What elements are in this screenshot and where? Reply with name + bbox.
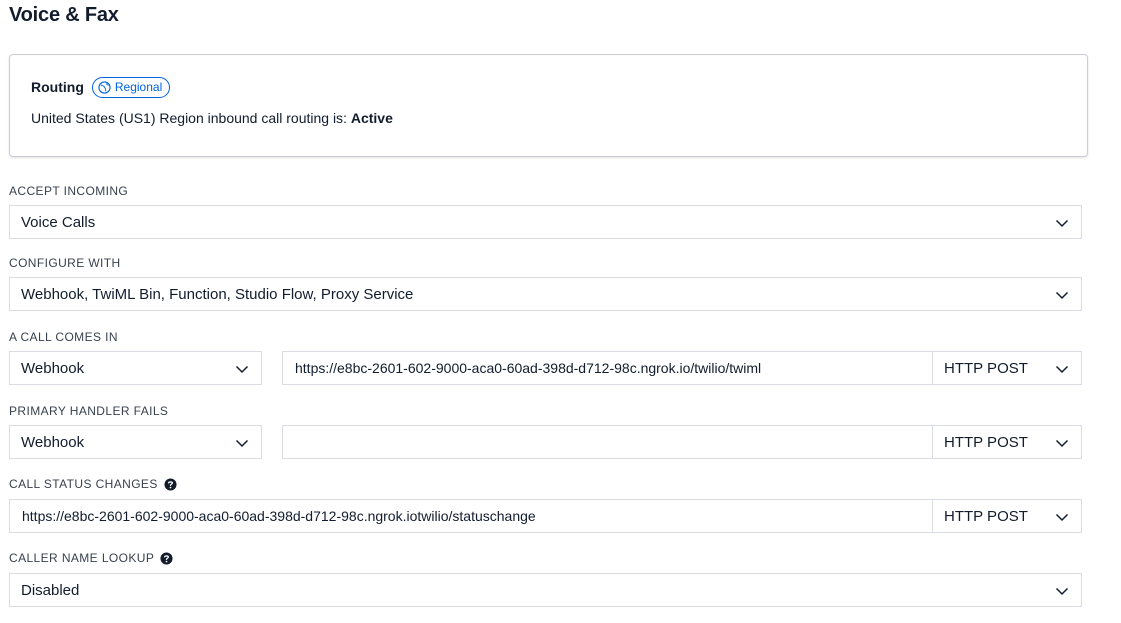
caller-name-lookup-label-text: CALLER NAME LOOKUP bbox=[9, 551, 155, 565]
regional-badge: Regional bbox=[91, 76, 171, 98]
routing-status: United States (US1) Region inbound call … bbox=[31, 110, 393, 126]
chevron-down-icon bbox=[1055, 288, 1069, 302]
primary-handler-type-select[interactable]: Webhook bbox=[9, 425, 262, 459]
call-comes-in-method-select[interactable]: HTTP POST bbox=[932, 351, 1082, 385]
caller-name-lookup-value: Disabled bbox=[21, 581, 80, 599]
call-comes-in-label-text: A CALL COMES IN bbox=[9, 330, 118, 344]
chevron-down-icon bbox=[1055, 362, 1069, 376]
chevron-down-icon bbox=[235, 436, 249, 450]
primary-handler-url-input[interactable] bbox=[282, 425, 933, 459]
accept-incoming-label-text: ACCEPT INCOMING bbox=[9, 184, 129, 198]
call-comes-in-type-value: Webhook bbox=[21, 359, 85, 377]
call-comes-in-method-value: HTTP POST bbox=[944, 359, 1028, 377]
page-title: Voice & Fax bbox=[9, 4, 119, 26]
chevron-down-icon bbox=[1055, 216, 1069, 230]
chevron-down-icon bbox=[1055, 510, 1069, 524]
call-comes-in-type-select[interactable]: Webhook bbox=[9, 351, 262, 385]
caller-name-lookup-select[interactable]: Disabled bbox=[9, 573, 1082, 607]
configure-with-value: Webhook, TwiML Bin, Function, Studio Flo… bbox=[21, 285, 414, 303]
call-status-url-value: https://e8bc-2601-602-9000-aca0-60ad-398… bbox=[22, 508, 536, 524]
question-circle-icon[interactable] bbox=[160, 551, 173, 565]
call-status-method-value: HTTP POST bbox=[944, 507, 1028, 525]
routing-header: Routing Regional bbox=[31, 76, 171, 98]
question-circle-icon[interactable] bbox=[164, 477, 177, 491]
configure-with-select[interactable]: Webhook, TwiML Bin, Function, Studio Flo… bbox=[9, 277, 1082, 311]
routing-status-text: United States (US1) Region inbound call … bbox=[31, 110, 351, 126]
call-status-changes-label: CALL STATUS CHANGES bbox=[9, 477, 177, 491]
call-comes-in-label: A CALL COMES IN bbox=[9, 330, 118, 344]
primary-handler-type-value: Webhook bbox=[21, 433, 85, 451]
configure-with-label-text: CONFIGURE WITH bbox=[9, 256, 121, 270]
globe-icon bbox=[98, 80, 111, 94]
routing-label: Routing bbox=[31, 79, 84, 95]
primary-handler-method-select[interactable]: HTTP POST bbox=[932, 425, 1082, 459]
accept-incoming-label: ACCEPT INCOMING bbox=[9, 184, 128, 198]
configure-with-label: CONFIGURE WITH bbox=[9, 256, 121, 270]
accept-incoming-select[interactable]: Voice Calls bbox=[9, 205, 1082, 239]
primary-handler-fails-label: PRIMARY HANDLER FAILS bbox=[9, 404, 168, 418]
call-status-changes-label-text: CALL STATUS CHANGES bbox=[9, 477, 158, 491]
call-comes-in-url-value: https://e8bc-2601-602-9000-aca0-60ad-398… bbox=[295, 360, 762, 376]
chevron-down-icon bbox=[1055, 436, 1069, 450]
chevron-down-icon bbox=[235, 362, 249, 376]
chevron-down-icon bbox=[1055, 584, 1069, 598]
routing-status-value: Active bbox=[350, 110, 393, 126]
primary-handler-method-value: HTTP POST bbox=[944, 433, 1028, 451]
call-comes-in-url-input[interactable]: https://e8bc-2601-602-9000-aca0-60ad-398… bbox=[282, 351, 933, 385]
call-status-url-input[interactable]: https://e8bc-2601-602-9000-aca0-60ad-398… bbox=[9, 499, 933, 533]
call-status-method-select[interactable]: HTTP POST bbox=[932, 499, 1082, 533]
accept-incoming-value: Voice Calls bbox=[21, 213, 96, 231]
regional-badge-label: Regional bbox=[114, 80, 163, 94]
caller-name-lookup-label: CALLER NAME LOOKUP bbox=[9, 551, 173, 565]
voice-fax-config-page: Voice & Fax Routing Regional United Stat… bbox=[0, 0, 1121, 623]
routing-card: Routing Regional United States (US1) Reg… bbox=[9, 54, 1088, 157]
primary-handler-fails-label-text: PRIMARY HANDLER FAILS bbox=[9, 404, 169, 418]
